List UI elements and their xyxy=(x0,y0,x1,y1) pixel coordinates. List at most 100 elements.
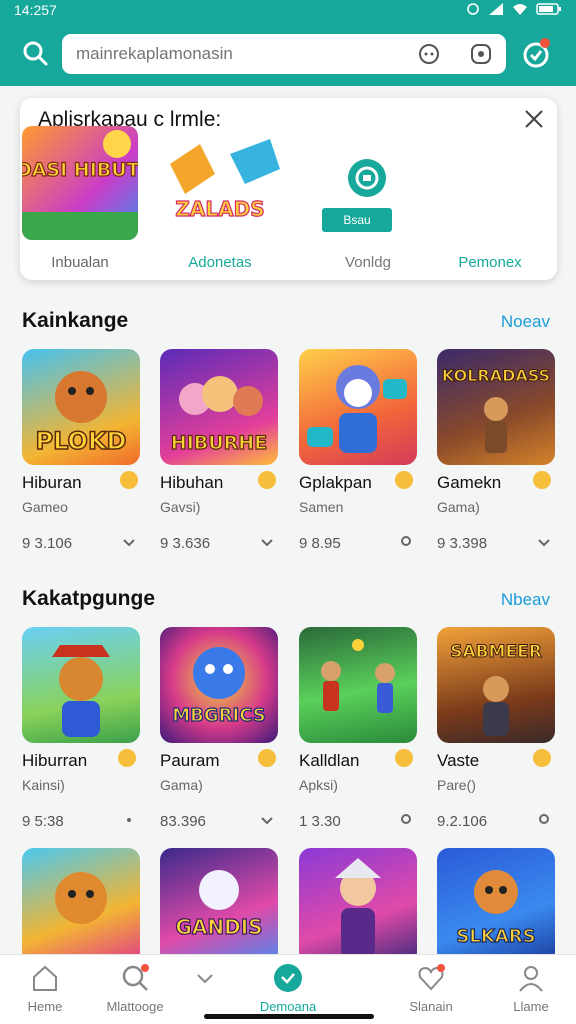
chevron-down-icon[interactable] xyxy=(258,811,276,829)
install-button[interactable]: Bsau xyxy=(322,208,392,232)
badge-icon xyxy=(120,471,138,489)
nav-label: Heme xyxy=(27,999,63,1014)
search-input[interactable] xyxy=(76,40,406,68)
popup-item-vonldg[interactable]: Bsau Vonldg xyxy=(310,124,430,274)
heart-icon xyxy=(416,963,446,993)
app-category: Gama) xyxy=(437,499,480,515)
app-category: Samen xyxy=(299,499,344,515)
nav-label: Demoana xyxy=(259,999,317,1014)
alarm-icon xyxy=(466,2,480,19)
badge-icon xyxy=(533,749,551,767)
popup-item-label: Inbualan xyxy=(51,254,109,271)
app-name: Vaste xyxy=(437,751,480,770)
app-category: Gama) xyxy=(160,777,203,793)
game-artwork xyxy=(22,627,140,743)
see-more-link[interactable]: Nbeav xyxy=(501,590,550,610)
section-title: Kakatpgunge xyxy=(22,587,156,610)
download-count: 1 3.30 xyxy=(299,813,341,830)
game-artwork: SABMEER xyxy=(437,627,555,743)
game-artwork xyxy=(299,848,417,964)
battery-icon xyxy=(536,2,562,19)
more-icon[interactable] xyxy=(120,811,138,829)
download-count: 9 3.106 xyxy=(22,535,73,552)
nav-label: Llame xyxy=(513,999,549,1014)
badge-icon xyxy=(258,471,276,489)
search-icon[interactable] xyxy=(22,40,48,66)
app-card[interactable]: HIBURHE Hibuhan Gavsi) 9 3.636 xyxy=(160,349,284,559)
voice-icon[interactable] xyxy=(418,43,440,65)
status-bar: 14:257 xyxy=(14,2,562,20)
camera-icon[interactable] xyxy=(470,43,492,65)
chevron-down-icon[interactable] xyxy=(120,533,138,551)
nav-favorites[interactable]: Slanain xyxy=(386,963,476,1021)
user-icon xyxy=(516,963,546,993)
pin-icon[interactable] xyxy=(397,533,415,551)
card-art-text: HIBURHE xyxy=(171,432,267,454)
game-artwork: KOLRADASS xyxy=(437,349,555,465)
game-artwork: HIBURHE xyxy=(160,349,278,465)
search-bar[interactable] xyxy=(62,34,506,74)
app-category: Kainsi) xyxy=(22,777,65,793)
app-category: Gameo xyxy=(22,499,68,515)
app-name: Pauram xyxy=(160,751,220,770)
home-icon xyxy=(30,963,60,993)
status-icons xyxy=(466,2,562,19)
pin-icon[interactable] xyxy=(535,811,553,829)
popup-item-inbualan[interactable]: RADASI HIBUTEIS Inbualan xyxy=(20,124,140,274)
game-artwork xyxy=(299,349,417,465)
game-artwork xyxy=(22,848,140,964)
download-count: 9 5:38 xyxy=(22,813,64,830)
status-time: 14:257 xyxy=(14,2,57,18)
chevron-down-icon[interactable] xyxy=(258,533,276,551)
card-art-text: KOLRADASS xyxy=(442,366,550,385)
popup-item-label: Adonetas xyxy=(188,254,252,271)
app-card[interactable]: PLOKD Hiburan Gameo 9 3.106 xyxy=(22,349,146,559)
nav-home[interactable]: Heme xyxy=(0,963,90,1021)
app-category: Gavsi) xyxy=(160,499,201,515)
nav-chevron[interactable] xyxy=(160,963,250,1021)
card-art-text: SABMEER xyxy=(450,642,542,662)
notification-icon[interactable] xyxy=(522,38,550,68)
app-card[interactable]: KOLRADASS Gamekn Gama) 9 3.398 xyxy=(437,349,561,559)
notification-dot xyxy=(540,38,550,48)
popup-item-adonetas[interactable]: ZALADS Adonetas xyxy=(160,124,280,274)
pin-icon[interactable] xyxy=(397,811,415,829)
game-artwork: ZALADS xyxy=(160,134,285,234)
nav-games[interactable]: Demoana xyxy=(243,963,333,1021)
popup-item-pemonex[interactable]: Pemonex xyxy=(430,124,550,274)
app-card[interactable]: MBGRICS Pauram Gama) 83.396 xyxy=(160,627,284,837)
app-name: Gplakpan xyxy=(299,473,372,492)
badge-icon xyxy=(118,749,136,767)
app-card[interactable]: Gplakpan Samen 9 8.95 xyxy=(299,349,423,559)
popup-item-label: Vonldg xyxy=(345,254,391,271)
app-header: 14:257 xyxy=(0,0,576,86)
see-more-link[interactable]: Noeav xyxy=(501,312,550,332)
app-name: Hibuhan xyxy=(160,473,224,492)
chevron-down-icon[interactable] xyxy=(535,533,553,551)
app-name: Kalldlan xyxy=(299,751,360,770)
popup-art-text: ZALADS xyxy=(175,197,264,221)
download-count: 9 8.95 xyxy=(299,535,341,552)
app-name: Gamekn xyxy=(437,473,502,492)
badge-icon xyxy=(533,471,551,489)
download-count: 83.396 xyxy=(160,813,206,830)
nav-profile[interactable]: Llame xyxy=(486,963,576,1021)
app-category: Pare() xyxy=(437,777,476,793)
section-title: Kainkange xyxy=(22,309,129,332)
card-art-text: PLOKD xyxy=(36,427,127,455)
game-artwork: SLKARS xyxy=(437,848,555,964)
app-card[interactable]: SABMEER Vaste Pare() 9.2.106 xyxy=(437,627,561,837)
app-category: Apksi) xyxy=(299,777,338,793)
badge-icon xyxy=(258,749,276,767)
download-count: 9.2.106 xyxy=(437,813,488,830)
download-count: 9 3.636 xyxy=(160,535,211,552)
games-icon xyxy=(273,963,303,993)
wifi-icon xyxy=(512,2,528,19)
nav-label: Slanain xyxy=(409,999,453,1014)
app-name: Hiburran xyxy=(22,751,88,770)
home-indicator[interactable] xyxy=(204,1014,374,1019)
play-icon xyxy=(348,159,386,197)
badge-icon xyxy=(395,471,413,489)
app-card[interactable]: Hiburran Kainsi) 9 5:38 xyxy=(22,627,146,837)
app-card[interactable]: Kalldlan Apksi) 1 3.30 xyxy=(299,627,423,837)
